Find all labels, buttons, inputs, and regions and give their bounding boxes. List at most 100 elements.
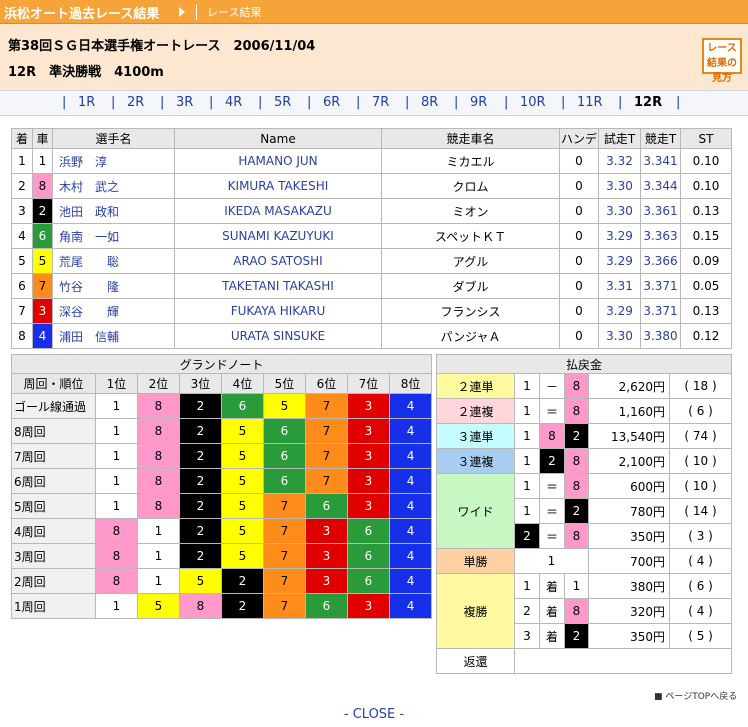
top-bar: 浜松オート過去レース結果 レース結果 bbox=[0, 0, 748, 24]
wide-popularity: ( 14 ) bbox=[668, 498, 733, 524]
grand-note-car: 3 bbox=[347, 468, 390, 494]
grand-note-car: 1 bbox=[95, 493, 138, 519]
tab-2r[interactable]: 2R bbox=[127, 95, 144, 110]
rider-name-link[interactable]: 池田 政和 bbox=[52, 198, 175, 224]
car-number: 3 bbox=[32, 298, 53, 324]
rider-name-link[interactable]: 竹谷 隆 bbox=[52, 273, 175, 299]
rider-romaji-link[interactable]: IKEDA MASAKAZU bbox=[174, 198, 382, 224]
trial-time: 3.30 bbox=[598, 198, 641, 224]
tab-7r[interactable]: 7R bbox=[372, 95, 389, 110]
grand-note-car: 7 bbox=[263, 568, 306, 594]
race-time: 3.361 bbox=[640, 198, 681, 224]
exacta-label: ２連単 bbox=[436, 373, 515, 399]
grand-note-header: 3位 bbox=[179, 373, 222, 394]
grand-note-car: 7 bbox=[263, 593, 306, 619]
rider-romaji-link[interactable]: URATA SINSUKE bbox=[174, 323, 382, 349]
grand-note-car: 1 bbox=[137, 543, 180, 569]
rider-name-link[interactable]: 深谷 輝 bbox=[52, 298, 175, 324]
grand-note-car: 2 bbox=[179, 393, 222, 419]
results-header: ハンデ bbox=[559, 128, 599, 149]
page-top-icon: ■ bbox=[654, 692, 666, 702]
rider-romaji-link[interactable]: TAKETANI TAKASHI bbox=[174, 273, 382, 299]
wide-second: 8 bbox=[564, 473, 589, 499]
tab-12r[interactable]: 12R bbox=[634, 95, 662, 110]
tab-separator: | bbox=[307, 95, 312, 110]
quinella-label: ２連複 bbox=[436, 398, 515, 424]
results-row: 2 8 木村 武之 KIMURA TAKESHI クロム 0 3.30 3.344 0.10 bbox=[11, 173, 732, 199]
rider-name-link[interactable]: 荒尾 聡 bbox=[52, 248, 175, 274]
place-mark: 着 bbox=[539, 573, 565, 599]
car-number: 5 bbox=[32, 248, 53, 274]
grand-note-car: 3 bbox=[347, 418, 390, 444]
tab-8r[interactable]: 8R bbox=[421, 95, 438, 110]
rider-romaji-link[interactable]: FUKAYA HIKARU bbox=[174, 298, 382, 324]
exacta-popularity: ( 18 ) bbox=[668, 373, 733, 399]
rider-name-link[interactable]: 浦田 信輔 bbox=[52, 323, 175, 349]
rider-romaji-link[interactable]: KIMURA TAKESHI bbox=[174, 173, 382, 199]
grand-note-car: 6 bbox=[347, 518, 390, 544]
tab-separator: | bbox=[561, 95, 566, 110]
grand-note-car: 7 bbox=[305, 468, 348, 494]
handicap: 0 bbox=[559, 173, 599, 199]
tab-4r[interactable]: 4R bbox=[225, 95, 242, 110]
grand-note-header: 周回・順位 bbox=[11, 373, 96, 394]
trio-amount: 2,100円 bbox=[588, 448, 670, 474]
grand-note-header: 4位 bbox=[221, 373, 264, 394]
trio-first: 1 bbox=[514, 448, 540, 474]
trifecta-label: ３連単 bbox=[436, 423, 515, 449]
tab-6r[interactable]: 6R bbox=[323, 95, 340, 110]
place-car: 2 bbox=[564, 623, 589, 649]
place-rank: 2 bbox=[514, 598, 540, 624]
grand-note-header: 5位 bbox=[263, 373, 306, 394]
lap-label: 3周回 bbox=[11, 543, 96, 569]
results-row: 6 7 竹谷 隆 TAKETANI TAKASHI ダブル 0 3.31 3.371 0.05 bbox=[11, 273, 732, 299]
grand-note-header: 2位 bbox=[137, 373, 180, 394]
place-mark: 着 bbox=[539, 598, 565, 624]
tab-separator: | bbox=[504, 95, 509, 110]
rider-romaji-link[interactable]: SUNAMI KAZUYUKI bbox=[174, 223, 382, 249]
start-timing: 0.05 bbox=[680, 273, 732, 299]
tab-3r[interactable]: 3R bbox=[176, 95, 193, 110]
grand-note-header: 6位 bbox=[305, 373, 348, 394]
grand-note-car: 3 bbox=[305, 543, 348, 569]
grand-note-car: 5 bbox=[263, 393, 306, 419]
rider-name-link[interactable]: 木村 武之 bbox=[52, 173, 175, 199]
win-popularity: ( 4 ) bbox=[668, 548, 733, 574]
tab-5r[interactable]: 5R bbox=[274, 95, 291, 110]
handicap: 0 bbox=[559, 223, 599, 249]
tab-separator: | bbox=[676, 95, 681, 110]
tab-9r[interactable]: 9R bbox=[470, 95, 487, 110]
tab-11r[interactable]: 11R bbox=[577, 95, 603, 110]
quinella-op: ＝ bbox=[539, 398, 565, 424]
trifecta-third: 2 bbox=[564, 423, 589, 449]
rider-name-link[interactable]: 角南 一如 bbox=[52, 223, 175, 249]
grand-note-car: 7 bbox=[305, 418, 348, 444]
place-car: 1 bbox=[564, 573, 589, 599]
tab-1r[interactable]: 1R bbox=[78, 95, 95, 110]
finish-position: 8 bbox=[11, 323, 33, 349]
grand-note-row: 1周回 1 5 8 2 7 6 3 4 bbox=[11, 593, 433, 619]
rider-name-link[interactable]: 浜野 淳 bbox=[52, 148, 175, 174]
rider-romaji-link[interactable]: ARAO SATOSHI bbox=[174, 248, 382, 274]
grand-note-car: 1 bbox=[95, 393, 138, 419]
grand-note-car: 1 bbox=[137, 568, 180, 594]
wide-popularity: ( 3 ) bbox=[668, 523, 733, 549]
close-link[interactable]: - CLOSE - bbox=[0, 707, 748, 722]
grand-note-car: 5 bbox=[221, 543, 264, 569]
page-top-link[interactable]: ■ ページTOPへ戻る bbox=[654, 689, 737, 702]
handicap: 0 bbox=[559, 298, 599, 324]
rider-romaji-link[interactable]: HAMANO JUN bbox=[174, 148, 382, 174]
place-mark: 着 bbox=[539, 623, 565, 649]
grand-note-header: 1位 bbox=[95, 373, 138, 394]
grand-note-car: 5 bbox=[137, 593, 180, 619]
breadcrumb[interactable]: レース結果 bbox=[196, 5, 261, 20]
grand-note-header: 8位 bbox=[388, 373, 433, 394]
handicap: 0 bbox=[559, 248, 599, 274]
results-row: 8 4 浦田 信輔 URATA SINSUKE パンジャＡ 0 3.30 3.380 0.12 bbox=[11, 323, 732, 349]
results-row: 1 1 浜野 淳 HAMANO JUN ミカエル 0 3.32 3.341 0.10 bbox=[11, 148, 732, 174]
how-to-read-button[interactable]: レース結果の見方 bbox=[702, 38, 742, 84]
grand-note-car: 6 bbox=[263, 443, 306, 469]
tab-10r[interactable]: 10R bbox=[520, 95, 546, 110]
results-header: Name bbox=[174, 128, 382, 149]
start-timing: 0.12 bbox=[680, 323, 732, 349]
